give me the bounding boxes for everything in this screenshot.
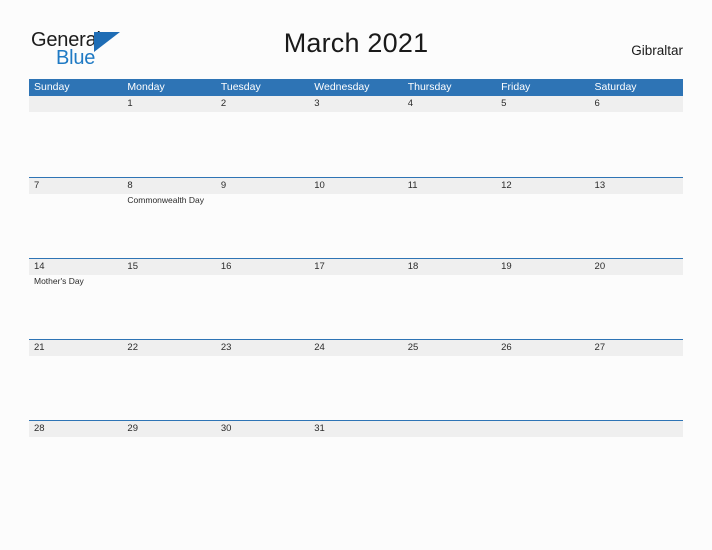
day-cell-empty: [29, 96, 122, 175]
day-number: 31: [314, 423, 325, 434]
day-cell-26[interactable]: 26: [496, 340, 589, 419]
day-cell-13[interactable]: 13: [590, 178, 683, 257]
day-cell-9[interactable]: 9: [216, 178, 309, 257]
day-cell-empty: [496, 421, 589, 500]
day-number: 22: [127, 342, 138, 353]
calendar-week-row: 1 2 3 4 5 6: [29, 96, 683, 177]
day-cell-7[interactable]: 7: [29, 178, 122, 257]
day-number: 28: [34, 423, 45, 434]
day-number: [408, 423, 492, 436]
calendar-location: Gibraltar: [631, 43, 683, 58]
day-cell-22[interactable]: 22: [122, 340, 215, 419]
day-number: 4: [407, 98, 413, 109]
day-cell-30[interactable]: 30: [216, 421, 309, 500]
day-number: [501, 423, 585, 436]
day-number: 21: [34, 342, 45, 353]
day-number: 15: [127, 261, 138, 272]
day-number: 25: [407, 342, 419, 353]
day-cell-3[interactable]: 3: [309, 96, 402, 175]
day-number: 30: [220, 423, 232, 434]
day-cell-empty: [590, 421, 683, 500]
day-cell-1[interactable]: 1: [122, 96, 215, 175]
weekday-header-saturday: Saturday: [594, 81, 637, 93]
day-cell-17[interactable]: 17: [309, 259, 402, 338]
day-events: Commonwealth Day: [127, 195, 211, 206]
calendar-weeks: 1 2 3 4 5 6 7 8 Commonwealth Day 9 10 11 12 13 14 Mothe…: [29, 96, 683, 501]
day-number: 18: [407, 261, 419, 272]
calendar-week-row: 21 22 23 24 25 26 27: [29, 339, 683, 420]
day-number: 11: [407, 180, 418, 191]
day-number: 14: [34, 261, 45, 272]
day-cell-19[interactable]: 19: [496, 259, 589, 338]
calendar-week-row: 14 Mother's Day 15 16 17 18 19 20: [29, 258, 683, 339]
week-cells: 14 Mother's Day 15 16 17 18 19 20: [29, 259, 683, 338]
calendar-week-row: 7 8 Commonwealth Day 9 10 11 12 13: [29, 177, 683, 258]
day-number: 13: [594, 180, 606, 191]
page-title: March 2021: [283, 28, 429, 58]
day-number: 19: [501, 261, 512, 272]
day-cell-29[interactable]: 29: [122, 421, 215, 500]
day-number: 24: [314, 342, 325, 353]
day-number: 2: [220, 98, 227, 109]
day-number: 3: [314, 98, 320, 109]
weekday-header-friday: Friday: [501, 81, 531, 93]
day-number: 16: [220, 261, 232, 272]
day-cell-28[interactable]: 28: [29, 421, 122, 500]
weekday-header-wednesday: Wednesday: [314, 81, 370, 93]
week-cells: 7 8 Commonwealth Day 9 10 11 12 13: [29, 178, 683, 257]
day-event-label: Mother's Day: [34, 276, 84, 286]
day-number: 23: [220, 342, 232, 353]
day-cell-15[interactable]: 15: [122, 259, 215, 338]
day-event-label: Commonwealth Day: [127, 195, 204, 205]
day-cell-5[interactable]: 5: [496, 96, 589, 175]
day-cell-6[interactable]: 6: [590, 96, 683, 175]
weekday-header-monday: Monday: [127, 81, 165, 93]
day-number: [595, 423, 679, 436]
day-cell-31[interactable]: 31: [309, 421, 402, 500]
day-cell-21[interactable]: 21: [29, 340, 122, 419]
weekday-header-thursday: Thursday: [407, 81, 452, 93]
day-number: 8: [127, 180, 133, 191]
day-cell-18[interactable]: 18: [403, 259, 496, 338]
day-cell-2[interactable]: 2: [216, 96, 309, 175]
weekday-header-row: Sunday Monday Tuesday Wednesday Thursday Frid…: [29, 79, 683, 96]
week-cells: 21 22 23 24 25 26 27: [29, 340, 683, 419]
day-number: 9: [220, 180, 227, 191]
day-number: 1: [127, 98, 133, 109]
day-number: 29: [127, 423, 138, 434]
day-number: 17: [314, 261, 325, 272]
day-number: 12: [501, 180, 512, 191]
day-number: 10: [314, 180, 325, 191]
day-cell-20[interactable]: 20: [590, 259, 683, 338]
weekday-header-sunday: Sunday: [34, 81, 70, 93]
day-cell-8[interactable]: 8 Commonwealth Day: [122, 178, 215, 257]
day-cell-empty: [403, 421, 496, 500]
calendar-grid: Sunday Monday Tuesday Wednesday Thursday Frid…: [29, 79, 683, 501]
day-cell-23[interactable]: 23: [216, 340, 309, 419]
day-number: 7: [34, 180, 40, 191]
day-number: [34, 98, 118, 111]
week-cells: 28 29 30 31: [29, 421, 683, 500]
day-events: Mother's Day: [34, 276, 118, 287]
day-cell-12[interactable]: 12: [496, 178, 589, 257]
day-cell-14[interactable]: 14 Mother's Day: [29, 259, 122, 338]
day-number: 27: [594, 342, 606, 353]
page-header: General Blue March 2021 Gibraltar: [0, 0, 712, 76]
day-number: 5: [501, 98, 507, 109]
weekday-header-tuesday: Tuesday: [220, 81, 261, 93]
day-cell-4[interactable]: 4: [403, 96, 496, 175]
day-number: 6: [594, 98, 600, 109]
day-number: 20: [594, 261, 606, 272]
day-cell-25[interactable]: 25: [403, 340, 496, 419]
day-cell-27[interactable]: 27: [590, 340, 683, 419]
day-cell-10[interactable]: 10: [309, 178, 402, 257]
day-cell-11[interactable]: 11: [403, 178, 496, 257]
day-cell-16[interactable]: 16: [216, 259, 309, 338]
week-cells: 1 2 3 4 5 6: [29, 96, 683, 175]
calendar-week-row: 28 29 30 31: [29, 420, 683, 501]
day-number: 26: [501, 342, 512, 353]
day-cell-24[interactable]: 24: [309, 340, 402, 419]
